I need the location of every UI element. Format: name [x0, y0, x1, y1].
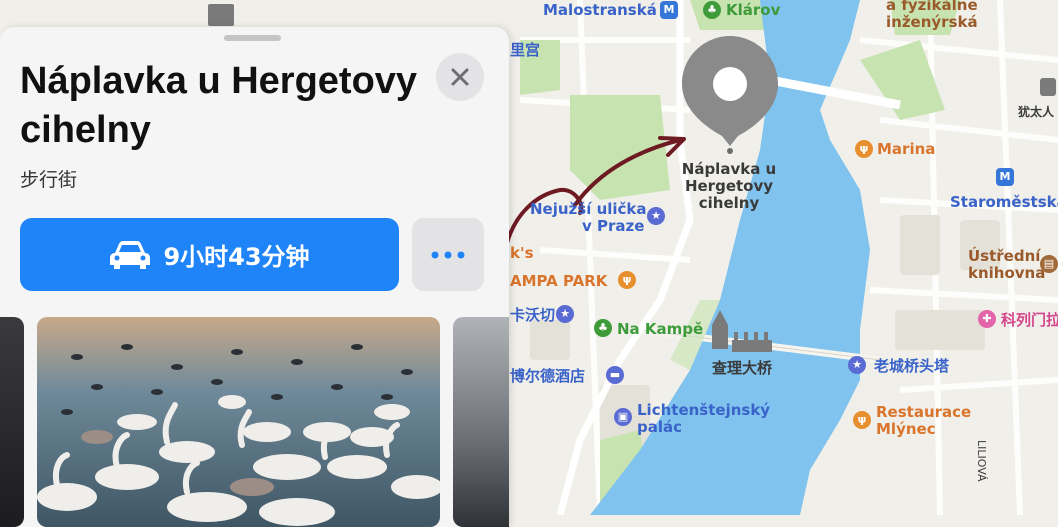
- map-label-ustredni-1: Ústřední: [968, 247, 1041, 265]
- map-label-old-town-tower: 老城桥头塔: [874, 357, 950, 375]
- restaurant-icon[interactable]: ψ: [618, 271, 636, 289]
- place-title: Náplavka u Hergetovy cihelny: [20, 60, 418, 151]
- swans-photo-icon: [37, 317, 440, 527]
- map-label-marina: Marina: [877, 140, 936, 158]
- map-label-inzenyrska: inženýrská: [886, 13, 978, 31]
- map-label-staromestska: Staroměstská: [950, 193, 1058, 211]
- place-card: Náplavka u Hergetovy cihelny 步行街 9小时43分钟: [0, 27, 509, 527]
- photo-thumbnail[interactable]: [0, 317, 24, 527]
- photo-thumbnail[interactable]: [453, 317, 509, 527]
- map-label-nejuzsi-2: v Praze: [582, 217, 645, 235]
- metro-icon[interactable]: M: [660, 1, 678, 19]
- map-label-ks: k's: [510, 244, 534, 262]
- drive-time: 9小时43分钟: [163, 243, 310, 271]
- science-icon[interactable]: ✚: [978, 310, 996, 328]
- close-button[interactable]: [436, 53, 484, 101]
- park-icon[interactable]: ♣: [594, 319, 612, 337]
- metro-icon[interactable]: M: [996, 168, 1014, 186]
- hotel-icon[interactable]: ▬: [606, 366, 624, 384]
- map-label-restaurace-1: Restaurace: [876, 403, 972, 421]
- map-label-science: 科列门拉: [1001, 311, 1058, 329]
- map-label-jewish: 犹太人: [1018, 105, 1055, 119]
- map-label-ustredni-2: knihovna: [968, 264, 1046, 282]
- close-icon: [451, 68, 469, 86]
- ellipsis-icon: [431, 251, 465, 258]
- map-label-klarov: Klárov: [726, 1, 781, 19]
- sheet-grabber[interactable]: [224, 35, 281, 41]
- map-label-restaurace-2: Mlýnec: [876, 420, 936, 438]
- map-label-lichtenstejnsky-2: palác: [637, 418, 683, 436]
- restaurant-icon[interactable]: ψ: [855, 140, 873, 158]
- star-icon[interactable]: ★: [556, 305, 574, 323]
- map-label-charles-bridge: 查理大桥: [712, 359, 773, 377]
- pin-label: Náplavka u Hergetovy cihelny: [681, 160, 777, 212]
- park-icon[interactable]: ♣: [703, 1, 721, 19]
- map-label-na-kampe: Na Kampě: [617, 320, 704, 338]
- map-label-kampa-park: AMPA PARK: [510, 272, 608, 290]
- map-label-lichtenstejnsky-1: Lichtenštejnský: [637, 401, 771, 419]
- restaurant-icon[interactable]: ψ: [853, 411, 871, 429]
- map-label-nejuzsi-1: Nejužší ulička: [530, 200, 647, 218]
- map-label-kafka: 卡沃切: [510, 306, 556, 324]
- map-label-hotel: 博尔德酒店: [510, 367, 586, 385]
- star-icon[interactable]: ★: [848, 356, 866, 374]
- car-icon: [110, 240, 151, 269]
- museum-icon[interactable]: ▣: [614, 408, 632, 426]
- place-category: 步行街: [20, 169, 78, 191]
- map-label-malostranska: Malostranská: [543, 1, 657, 19]
- photo-thumbnail[interactable]: [37, 317, 440, 527]
- star-icon[interactable]: ★: [647, 207, 665, 225]
- directions-button[interactable]: 9小时43分钟: [20, 218, 399, 291]
- more-button[interactable]: [412, 218, 484, 291]
- map-label-liliova: LILIOVÁ: [975, 440, 988, 482]
- map-label-palace: 里宫: [510, 41, 541, 59]
- map-label-fyzikalni: a fyzikálne: [886, 0, 978, 14]
